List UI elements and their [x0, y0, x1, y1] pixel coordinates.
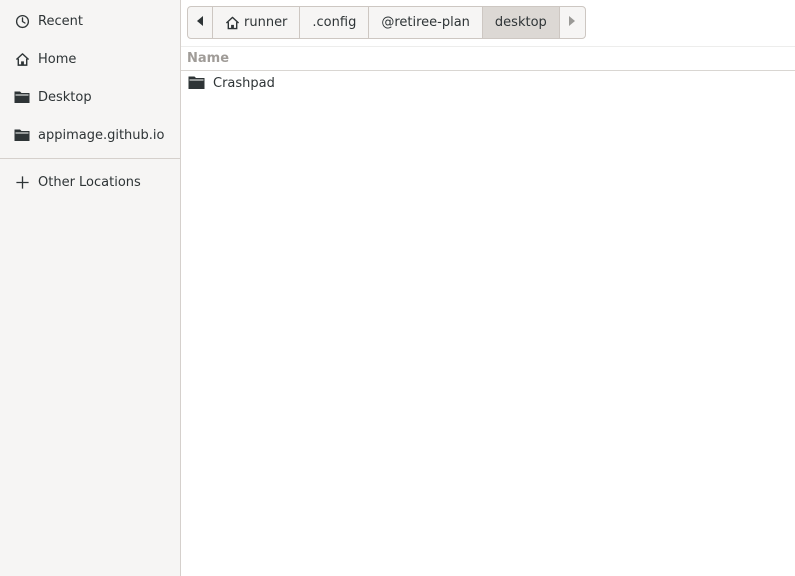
sidebar-item-appimage[interactable]: appimage.github.io — [0, 116, 180, 154]
folder-icon — [188, 75, 206, 91]
triangle-left-icon — [196, 15, 204, 30]
pathbar-segment-desktop[interactable]: desktop — [482, 7, 560, 38]
pathbar-segment-retiree-plan[interactable]: @retiree-plan — [369, 7, 483, 38]
sidebar-item-label: appimage.github.io — [38, 127, 165, 143]
plus-icon — [14, 174, 30, 190]
home-icon — [225, 16, 240, 30]
pathbar-scroll-left-button[interactable] — [188, 7, 213, 38]
sidebar-item-label: Other Locations — [38, 174, 141, 190]
folder-icon — [14, 89, 30, 105]
list-item-name: Crashpad — [213, 75, 275, 91]
file-list-header: Name — [181, 46, 795, 71]
folder-icon — [14, 127, 30, 143]
sidebar-divider — [0, 158, 180, 159]
file-list: Crashpad — [181, 71, 795, 95]
sidebar: Recent Home Desktop appimage.github.io O… — [0, 0, 181, 576]
pathbar-segment-label: runner — [244, 15, 288, 30]
sidebar-item-label: Desktop — [38, 89, 92, 105]
home-icon — [14, 51, 30, 67]
main-pane: runner .config @retiree-plan desktop Nam… — [181, 0, 795, 576]
pathbar-segment-runner[interactable]: runner — [213, 7, 301, 38]
sidebar-item-other-locations[interactable]: Other Locations — [0, 163, 180, 201]
pathbar-segment-label: @retiree-plan — [381, 15, 470, 30]
sidebar-item-recent[interactable]: Recent — [0, 2, 180, 40]
sidebar-item-label: Recent — [38, 13, 83, 29]
column-header-name[interactable]: Name — [187, 51, 229, 66]
pathbar-segment-label: desktop — [494, 15, 547, 30]
pathbar-row: runner .config @retiree-plan desktop — [187, 6, 586, 39]
list-item[interactable]: Crashpad — [181, 71, 795, 95]
pathbar: runner .config @retiree-plan desktop — [187, 6, 586, 39]
sidebar-item-home[interactable]: Home — [0, 40, 180, 78]
pathbar-segment-label: .config — [312, 15, 357, 30]
pathbar-segment-config[interactable]: .config — [300, 7, 370, 38]
clock-icon — [14, 13, 30, 29]
triangle-right-icon — [568, 15, 576, 30]
pathbar-scroll-right-button[interactable] — [560, 7, 585, 38]
file-chooser-window: Recent Home Desktop appimage.github.io O… — [0, 0, 795, 576]
sidebar-item-desktop[interactable]: Desktop — [0, 78, 180, 116]
sidebar-item-label: Home — [38, 51, 77, 67]
